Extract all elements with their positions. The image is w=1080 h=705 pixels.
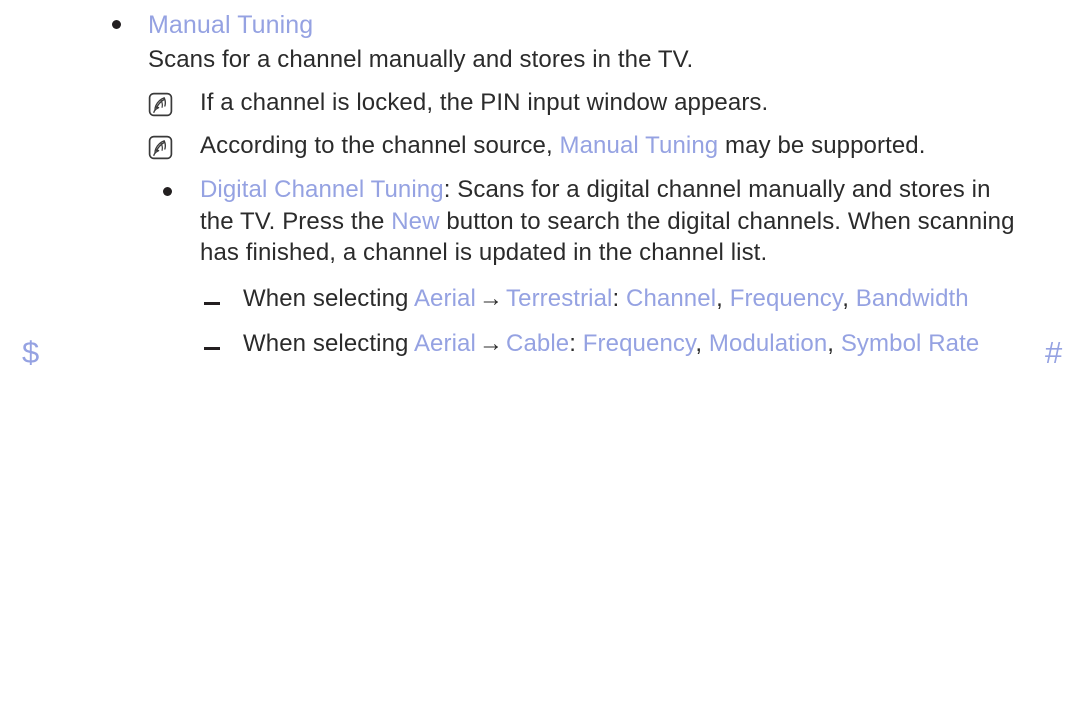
detail-item-text: When selecting Aerial → Cable: Frequency, …	[243, 328, 1033, 359]
detail-colon: :	[569, 329, 577, 357]
arrow-right-icon: →	[478, 329, 504, 357]
sub-item-inline-highlight: New	[391, 207, 440, 235]
dash-bullet-icon	[204, 301, 220, 305]
note-text: If a channel is locked, the PIN input wi…	[200, 89, 769, 116]
detail-separator: ,	[716, 284, 730, 312]
dash-bullet-icon	[204, 346, 220, 350]
note-icon	[148, 135, 173, 160]
detail-source: Aerial	[413, 329, 476, 357]
detail-target: Terrestrial	[506, 284, 613, 312]
detail-field: Modulation	[708, 329, 828, 357]
note-text-prefix: According to the channel source,	[200, 132, 560, 159]
section-title: Manual Tuning	[148, 11, 314, 39]
detail-separator: ,	[827, 329, 841, 357]
bullet-dot-icon	[112, 20, 121, 29]
detail-field: Frequency	[729, 284, 843, 312]
sub-item-term: Digital Channel Tuning	[200, 176, 444, 203]
section-manual-tuning: Manual Tuning Scans for a channel manual…	[104, 8, 1034, 77]
note-item: According to the channel source, Manual …	[104, 129, 1034, 163]
detail-lead: When selecting	[243, 284, 414, 312]
previous-page-marker[interactable]: $	[22, 337, 39, 368]
section-description: Scans for a channel manually and stores …	[148, 46, 694, 73]
content-column: Manual Tuning Scans for a channel manual…	[104, 8, 1034, 359]
sub-item-digital-channel-tuning: Digital Channel Tuning: Scans for a digi…	[104, 174, 1034, 269]
detail-item-cable: When selecting Aerial → Cable: Frequency, …	[104, 328, 1034, 359]
detail-item-text: When selecting Aerial → Terrestrial: Chann…	[243, 283, 1033, 314]
next-page-marker[interactable]: #	[1045, 337, 1062, 368]
note-icon	[148, 92, 173, 117]
note-text: According to the channel source, Manual …	[200, 129, 1034, 163]
detail-target: Cable	[506, 329, 570, 357]
detail-separator: ,	[695, 329, 709, 357]
detail-source: Aerial	[413, 284, 476, 312]
bullet-dot-icon	[163, 187, 172, 196]
note-item: If a channel is locked, the PIN input wi…	[104, 86, 1034, 120]
emanual-page: $ # Manual Tuning Scans for a channel ma…	[0, 0, 1080, 705]
detail-field: Frequency	[582, 329, 696, 357]
detail-field: Symbol Rate	[840, 329, 980, 357]
detail-separator: ,	[842, 284, 856, 312]
detail-field: Bandwidth	[855, 284, 969, 312]
detail-item-terrestrial: When selecting Aerial → Terrestrial: Chann…	[104, 283, 1034, 314]
detail-lead: When selecting	[243, 329, 414, 357]
detail-field: Channel	[626, 284, 717, 312]
sub-item-text: Digital Channel Tuning: Scans for a digi…	[200, 174, 1018, 269]
note-text-suffix: may be supported.	[718, 132, 926, 159]
arrow-right-icon: →	[478, 284, 504, 312]
note-highlight-term: Manual Tuning	[559, 132, 719, 159]
